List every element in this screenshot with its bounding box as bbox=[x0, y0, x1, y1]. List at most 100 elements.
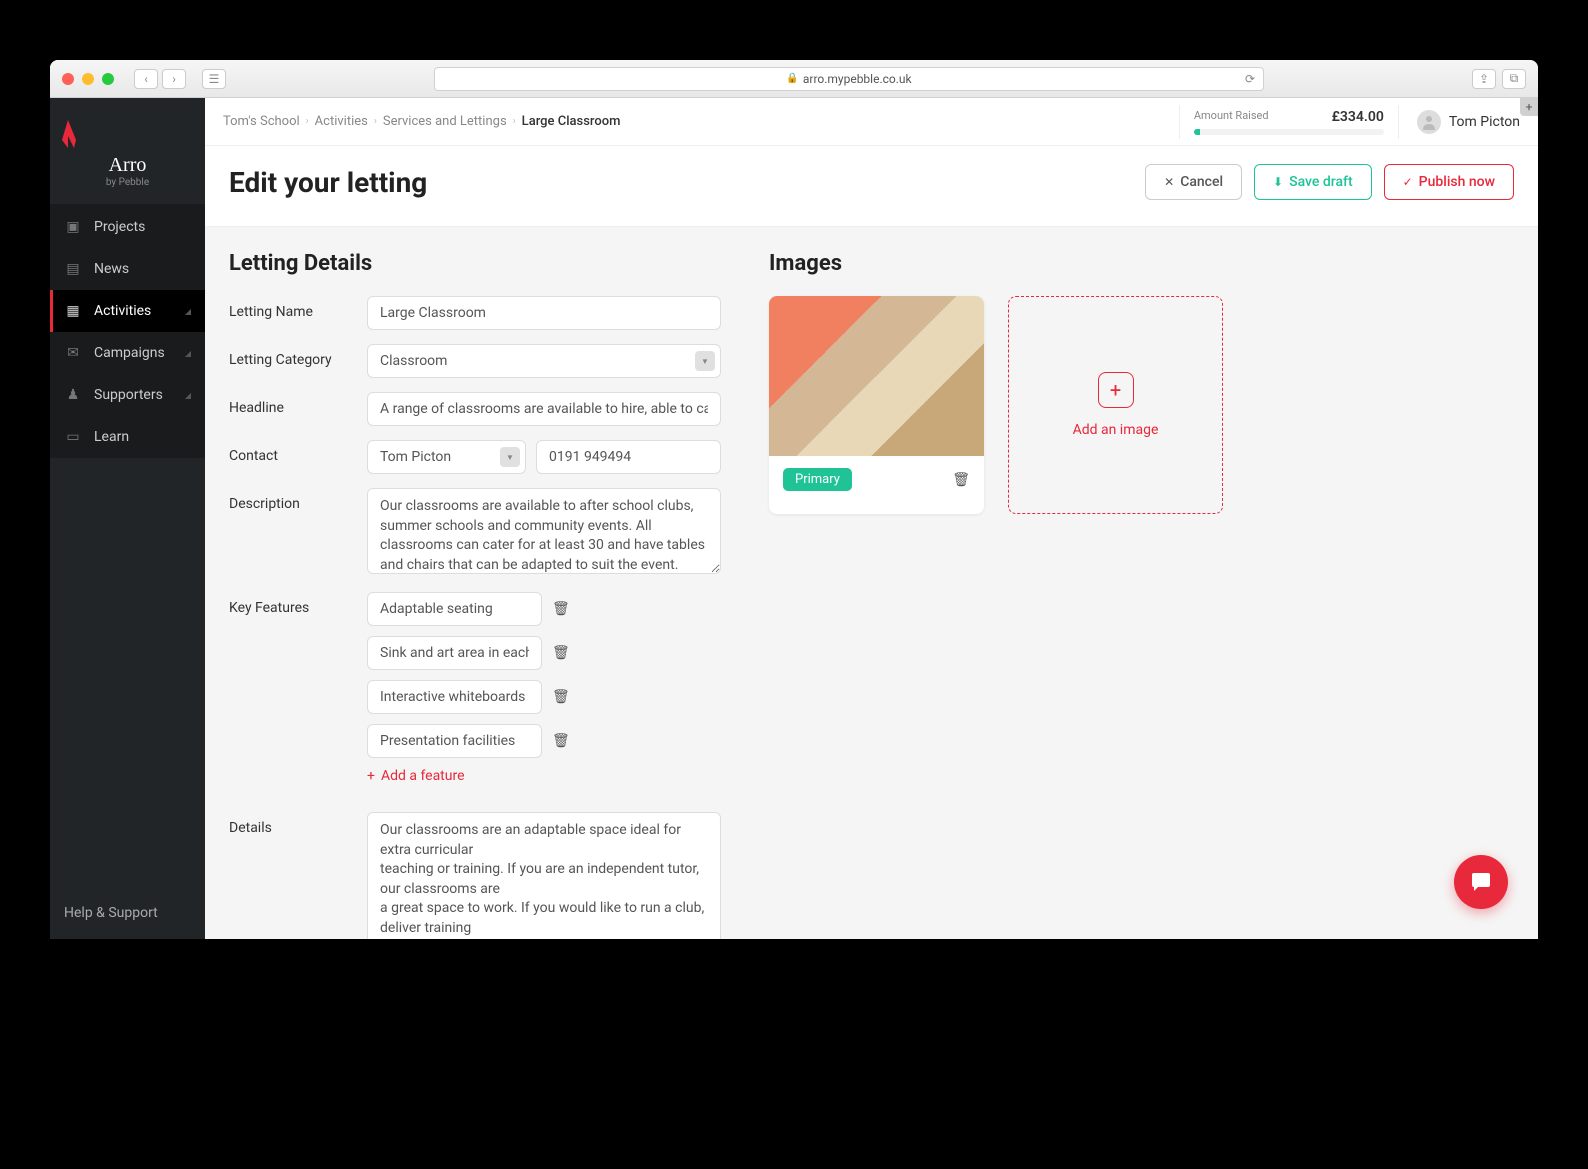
sidebar: Arro by Pebble ▣ Projects ▤ News ▦ Activ… bbox=[50, 98, 205, 939]
section-title: Images bbox=[769, 251, 1514, 276]
publish-button[interactable]: ✓ Publish now bbox=[1384, 164, 1514, 200]
user-menu[interactable]: Tom Picton bbox=[1399, 110, 1520, 134]
download-icon: ⬇ bbox=[1273, 175, 1283, 189]
feature-input[interactable] bbox=[367, 724, 542, 758]
headline-input[interactable] bbox=[367, 392, 721, 426]
button-label: Cancel bbox=[1180, 174, 1223, 190]
traffic-minimize[interactable] bbox=[82, 73, 94, 85]
user-name: Tom Picton bbox=[1449, 114, 1520, 130]
refresh-icon[interactable]: ⟳ bbox=[1245, 72, 1255, 86]
amount-raised-label: Amount Raised bbox=[1194, 109, 1269, 125]
sidebar-item-campaigns[interactable]: ✉ Campaigns ◢ bbox=[50, 332, 205, 374]
chat-icon bbox=[1468, 869, 1494, 895]
amount-raised: Amount Raised £334.00 bbox=[1179, 105, 1399, 139]
sidebar-item-projects[interactable]: ▣ Projects bbox=[50, 206, 205, 248]
breadcrumb-link[interactable]: Activities bbox=[315, 114, 368, 129]
browser-chrome: ‹ › ☰ 🔒 arro.mypebble.co.uk ⟳ ⇪ ⧉ bbox=[50, 60, 1538, 98]
campaigns-icon: ✉ bbox=[64, 344, 82, 362]
plus-icon: + bbox=[367, 768, 375, 784]
sidebar-item-label: Activities bbox=[94, 303, 151, 319]
image-card: Primary 🗑 bbox=[769, 296, 984, 514]
chevron-right-icon: › bbox=[306, 116, 309, 127]
add-feature-link[interactable]: + Add a feature bbox=[367, 768, 721, 784]
headline-label: Headline bbox=[229, 392, 367, 416]
sidebar-item-label: News bbox=[94, 261, 129, 277]
amount-raised-value: £334.00 bbox=[1332, 109, 1384, 125]
news-icon: ▤ bbox=[64, 260, 82, 278]
traffic-lights bbox=[62, 73, 114, 85]
letting-category-select[interactable] bbox=[367, 344, 721, 378]
image-preview[interactable] bbox=[769, 296, 984, 456]
url-text: arro.mypebble.co.uk bbox=[803, 72, 912, 86]
chevron-icon: ◢ bbox=[185, 349, 191, 358]
contact-label: Contact bbox=[229, 440, 367, 464]
share-button[interactable]: ⇪ bbox=[1472, 69, 1496, 89]
cancel-button[interactable]: ✕ Cancel bbox=[1145, 164, 1242, 200]
chat-fab[interactable] bbox=[1454, 855, 1508, 909]
add-image-button[interactable]: + Add an image bbox=[1008, 296, 1223, 514]
close-icon: ✕ bbox=[1164, 175, 1174, 189]
feature-input[interactable] bbox=[367, 592, 542, 626]
avatar bbox=[1417, 110, 1441, 134]
sidebar-item-supporters[interactable]: ♟ Supporters ◢ bbox=[50, 374, 205, 416]
details-textarea[interactable] bbox=[367, 812, 721, 939]
chevron-right-icon: › bbox=[374, 116, 377, 127]
progress-bar bbox=[1194, 129, 1384, 135]
add-feature-label: Add a feature bbox=[381, 768, 465, 784]
breadcrumb-current: Large Classroom bbox=[522, 114, 621, 129]
primary-badge: Primary bbox=[783, 468, 852, 491]
trash-icon[interactable]: 🗑 bbox=[552, 733, 570, 749]
sidebar-item-news[interactable]: ▤ News bbox=[50, 248, 205, 290]
topbar: Tom's School › Activities › Services and… bbox=[205, 98, 1538, 146]
save-draft-button[interactable]: ⬇ Save draft bbox=[1254, 164, 1372, 200]
letting-name-label: Letting Name bbox=[229, 296, 367, 320]
sidebar-item-label: Supporters bbox=[94, 387, 163, 403]
page-title: Edit your letting bbox=[229, 166, 427, 199]
traffic-close[interactable] bbox=[62, 73, 74, 85]
feature-input[interactable] bbox=[367, 680, 542, 714]
logo: Arro by Pebble bbox=[50, 98, 205, 204]
images-panel: Images Primary 🗑 + Add an image bbox=[745, 227, 1538, 939]
letting-name-input[interactable] bbox=[367, 296, 721, 330]
learn-icon: ▭ bbox=[64, 428, 82, 446]
trash-icon[interactable]: 🗑 bbox=[952, 472, 970, 488]
plus-icon: + bbox=[1098, 372, 1134, 408]
letting-details-panel: Letting Details Letting Name Letting Cat… bbox=[205, 227, 745, 939]
new-tab-button[interactable]: + bbox=[1520, 98, 1538, 116]
details-label: Details bbox=[229, 812, 367, 836]
sidebar-item-label: Projects bbox=[94, 219, 145, 235]
trash-icon[interactable]: 🗑 bbox=[552, 645, 570, 661]
nav-back-button[interactable]: ‹ bbox=[134, 69, 158, 89]
logo-subtext: by Pebble bbox=[50, 177, 205, 188]
contact-phone-input[interactable] bbox=[536, 440, 721, 474]
logo-text: Arro bbox=[50, 154, 205, 177]
address-bar[interactable]: 🔒 arro.mypebble.co.uk ⟳ bbox=[434, 67, 1264, 91]
chevron-right-icon: › bbox=[513, 116, 516, 127]
sidebar-item-learn[interactable]: ▭ Learn bbox=[50, 416, 205, 458]
lock-icon: 🔒 bbox=[786, 73, 798, 84]
breadcrumb-link[interactable]: Tom's School bbox=[223, 114, 300, 129]
add-image-label: Add an image bbox=[1073, 422, 1159, 438]
sidebar-button[interactable]: ☰ bbox=[202, 69, 226, 89]
activities-icon: ▦ bbox=[64, 302, 82, 320]
letting-category-label: Letting Category bbox=[229, 344, 367, 368]
chevron-icon: ◢ bbox=[185, 307, 191, 316]
sidebar-item-activities[interactable]: ▦ Activities ◢ bbox=[50, 290, 205, 332]
section-title: Letting Details bbox=[229, 251, 721, 276]
contact-select[interactable] bbox=[367, 440, 526, 474]
trash-icon[interactable]: 🗑 bbox=[552, 601, 570, 617]
traffic-zoom[interactable] bbox=[102, 73, 114, 85]
sidebar-item-label: Learn bbox=[94, 429, 129, 445]
feature-input[interactable] bbox=[367, 636, 542, 670]
description-label: Description bbox=[229, 488, 367, 512]
trash-icon[interactable]: 🗑 bbox=[552, 689, 570, 705]
help-support-link[interactable]: Help & Support bbox=[50, 887, 205, 939]
button-label: Publish now bbox=[1419, 174, 1495, 190]
description-textarea[interactable] bbox=[367, 488, 721, 574]
button-label: Save draft bbox=[1289, 174, 1353, 190]
tabs-button[interactable]: ⧉ bbox=[1502, 69, 1526, 89]
check-icon: ✓ bbox=[1403, 175, 1413, 189]
key-features-label: Key Features bbox=[229, 592, 367, 616]
breadcrumb-link[interactable]: Services and Lettings bbox=[383, 114, 507, 129]
nav-forward-button[interactable]: › bbox=[162, 69, 186, 89]
